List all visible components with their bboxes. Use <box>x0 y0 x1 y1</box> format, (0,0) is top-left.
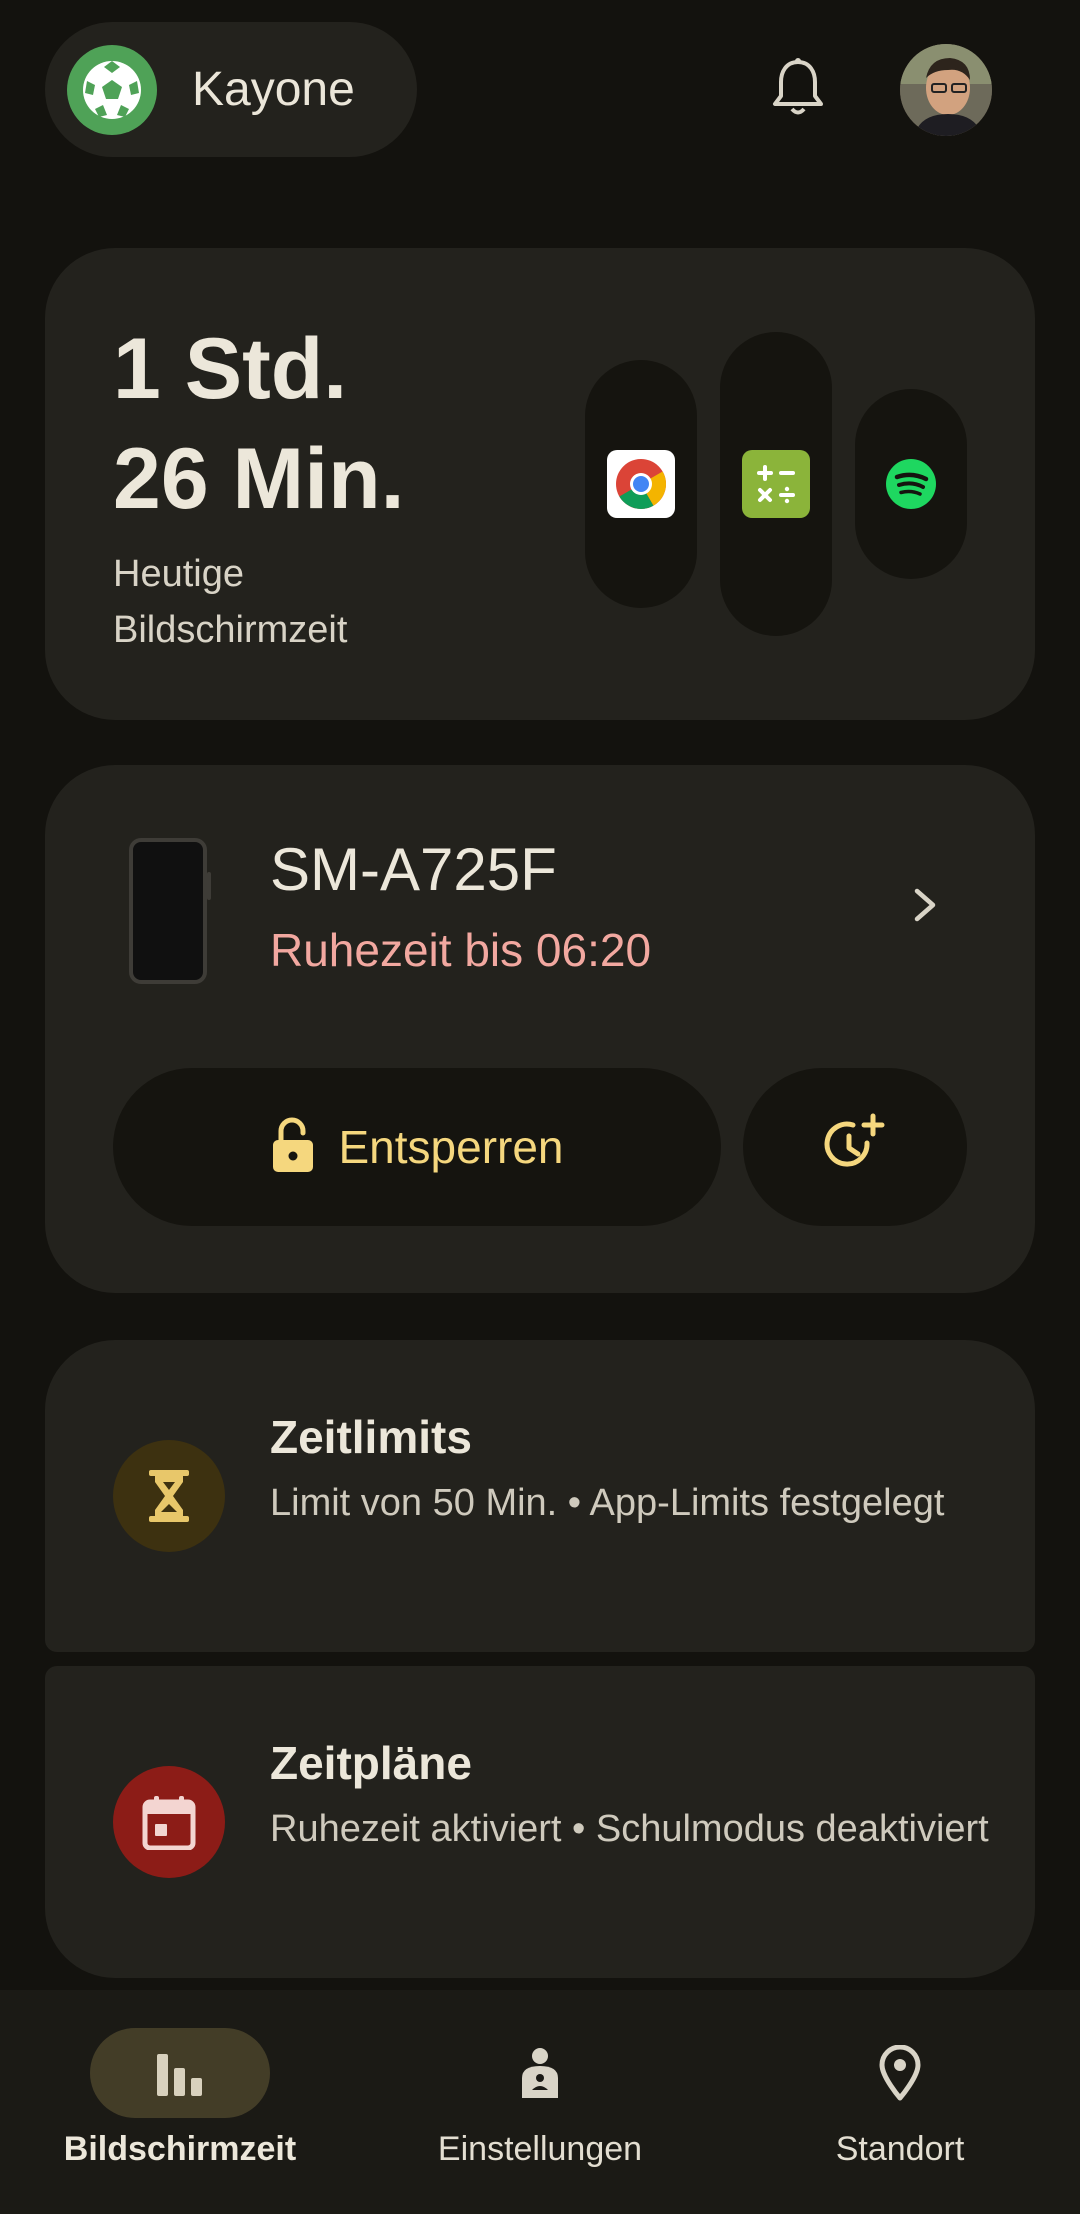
location-pin-icon <box>810 2028 990 2118</box>
app-screen: Kayone 1 Std. 26 Min. Heutige Bildschirm… <box>0 0 1080 2214</box>
nav-item-einstellungen[interactable]: Einstellungen <box>390 2028 690 2169</box>
calculator-icon <box>742 450 810 518</box>
unlock-label: Entsperren <box>338 1121 564 1173</box>
chevron-right-icon[interactable] <box>907 875 947 935</box>
bar-chart-icon <box>90 2028 270 2118</box>
device-card: SM-A725F Ruhezeit bis 06:20 Entsperren <box>45 765 1035 1293</box>
nav-item-standort[interactable]: Standort <box>750 2028 1050 2169</box>
nav-label: Standort <box>835 2130 965 2168</box>
time-limits-card[interactable]: Zeitlimits Limit von 50 Min. • App-Limit… <box>45 1340 1035 1652</box>
unlock-icon <box>270 1116 316 1179</box>
schedules-title: Zeitpläne <box>270 1737 472 1789</box>
profile-name: Kayone <box>192 63 355 116</box>
add-time-icon <box>823 1113 887 1182</box>
person-icon <box>450 2028 630 2118</box>
time-limits-subtitle: Limit von 50 Min. • App-Limits festgeleg… <box>270 1482 945 1524</box>
app-usage-pill-spotify <box>855 389 967 579</box>
app-usage-pill-chrome <box>585 360 697 608</box>
bottom-navigation: Bildschirmzeit Einstellungen Standort <box>0 1990 1080 2214</box>
add-time-button[interactable] <box>743 1068 967 1226</box>
bell-icon[interactable] <box>762 52 834 124</box>
schedules-card[interactable]: Zeitpläne Ruhezeit aktiviert • Schulmodu… <box>45 1666 1035 1978</box>
chrome-icon <box>607 450 675 518</box>
screen-time-hours: 1 Std. <box>113 321 348 417</box>
hourglass-icon <box>113 1440 225 1552</box>
device-name[interactable]: SM-A725F <box>270 835 557 904</box>
soccer-ball-icon <box>67 44 157 135</box>
screen-time-label: Heutige Bildschirmzeit <box>113 553 348 651</box>
spotify-icon <box>877 450 945 518</box>
screen-time-minutes: 26 Min. <box>113 431 405 527</box>
nav-label: Bildschirmzeit <box>63 2130 297 2168</box>
screen-time-card[interactable]: 1 Std. 26 Min. Heutige Bildschirmzeit <box>45 248 1035 720</box>
app-usage-pill-calculator <box>720 332 832 636</box>
schedules-subtitle: Ruhezeit aktiviert • Schulmodus deaktivi… <box>270 1808 989 1850</box>
nav-item-bildschirmzeit[interactable]: Bildschirmzeit <box>30 2028 330 2169</box>
unlock-button[interactable]: Entsperren <box>113 1068 721 1226</box>
time-limits-title: Zeitlimits <box>270 1411 472 1463</box>
phone-icon <box>129 838 211 984</box>
device-status: Ruhezeit bis 06:20 <box>270 924 652 976</box>
calendar-icon <box>113 1766 225 1878</box>
profile-switcher[interactable]: Kayone <box>45 22 417 157</box>
nav-label: Einstellungen <box>437 2130 643 2168</box>
user-avatar[interactable] <box>900 44 992 136</box>
